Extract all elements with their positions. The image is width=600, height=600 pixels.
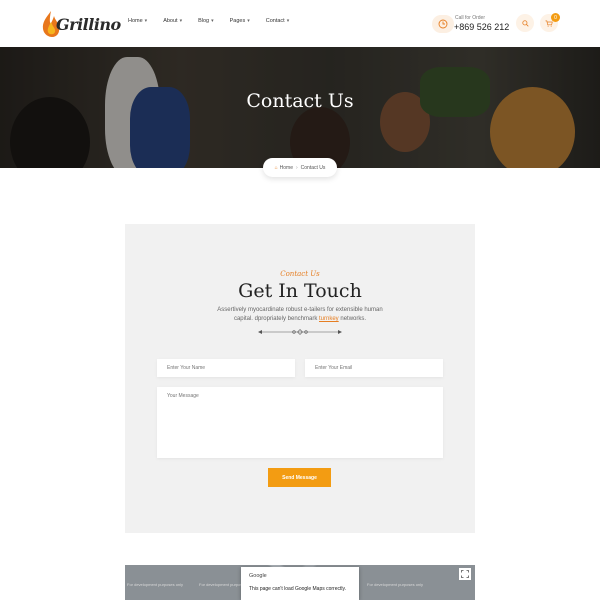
chevron-down-icon: ▾ bbox=[144, 18, 148, 24]
map-error-message: This page can't load Google Maps correct… bbox=[249, 586, 347, 592]
nav-label: About bbox=[163, 18, 178, 24]
description-text-end: networks. bbox=[338, 316, 367, 322]
section-subtitle: Contact Us bbox=[280, 270, 320, 278]
page-hero: Contact Us bbox=[0, 47, 600, 168]
home-icon: ⌂ bbox=[274, 164, 278, 171]
phone-icon bbox=[432, 15, 454, 33]
send-message-button[interactable]: Send Message bbox=[268, 468, 331, 487]
cart-count-badge: 0 bbox=[551, 13, 560, 22]
page-title: Contact Us bbox=[246, 90, 354, 112]
chevron-down-icon: ▾ bbox=[247, 18, 250, 24]
breadcrumb-home-link[interactable]: Home bbox=[280, 165, 293, 171]
ornament-divider-icon bbox=[258, 329, 342, 335]
search-icon bbox=[521, 19, 529, 27]
main-nav: Home ▾ About ▾ Blog ▾ Pages ▾ Contact ▾ bbox=[128, 18, 305, 24]
description-highlight: turnkey bbox=[319, 316, 339, 322]
fullscreen-button[interactable] bbox=[459, 568, 471, 580]
nav-item-about[interactable]: About ▾ bbox=[163, 18, 182, 24]
chevron-down-icon: ▾ bbox=[286, 18, 290, 24]
map-dev-note: For development purposes only bbox=[127, 582, 184, 587]
email-input[interactable] bbox=[305, 359, 443, 377]
map-dev-note: For development purposes only bbox=[367, 582, 424, 587]
call-label: Call for Order bbox=[455, 15, 486, 21]
google-map[interactable]: For development purposes only For develo… bbox=[125, 565, 475, 600]
section-title: Get In Touch bbox=[238, 280, 362, 302]
breadcrumb-current: Contact Us bbox=[300, 164, 326, 171]
search-button[interactable] bbox=[516, 14, 534, 32]
section-description: Assertively myocardinate robust e-tailer… bbox=[215, 306, 385, 324]
name-input[interactable] bbox=[157, 359, 295, 377]
chevron-down-icon: ▾ bbox=[211, 18, 214, 24]
site-logo[interactable]: Grillino bbox=[40, 10, 121, 38]
nav-item-blog[interactable]: Blog ▾ bbox=[198, 18, 214, 24]
nav-label: Contact bbox=[265, 18, 285, 24]
nav-label: Blog bbox=[198, 18, 210, 24]
site-header: Grillino Home ▾ About ▾ Blog ▾ Pages ▾ Conta… bbox=[0, 0, 600, 47]
fullscreen-icon bbox=[461, 570, 469, 578]
nav-item-home[interactable]: Home ▾ bbox=[128, 18, 147, 24]
message-textarea[interactable] bbox=[157, 387, 443, 458]
breadcrumb-separator: › bbox=[295, 164, 298, 171]
breadcrumb: ⌂ Home › Contact Us bbox=[263, 158, 337, 177]
google-brand: Google bbox=[249, 573, 267, 579]
nav-label: Home bbox=[128, 18, 143, 24]
map-error-dialog: Google This page can't load Google Maps … bbox=[241, 567, 359, 600]
logo-text: Grillino bbox=[56, 15, 121, 34]
contact-form-card: Contact Us Get In Touch Assertively myoc… bbox=[125, 224, 475, 533]
nav-item-contact[interactable]: Contact ▾ bbox=[266, 18, 289, 24]
call-number: +869 526 212 bbox=[454, 22, 510, 32]
nav-item-pages[interactable]: Pages ▾ bbox=[230, 18, 250, 24]
nav-label: Pages bbox=[229, 18, 246, 24]
chevron-down-icon: ▾ bbox=[179, 18, 183, 24]
